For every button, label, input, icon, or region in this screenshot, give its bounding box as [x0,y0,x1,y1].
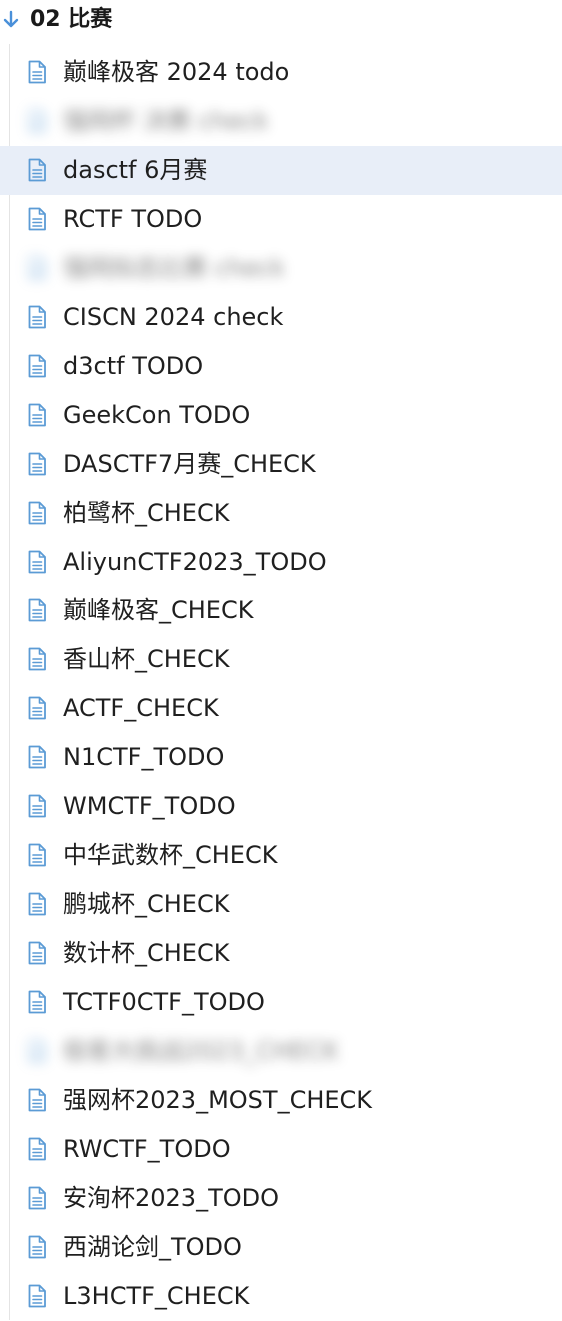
file-list-item-label: d3ctf TODO [63,351,204,380]
document-icon [28,843,46,867]
folder-header[interactable]: 02 比赛 [0,0,562,40]
document-icon [28,109,46,133]
file-list-item[interactable]: 香山杯_CHECK [0,635,562,684]
file-list-item[interactable]: 强网拟态比赛 check [0,244,562,293]
document-icon [28,60,46,84]
document-icon [28,354,46,378]
document-icon [28,1039,46,1063]
file-list-item-label: 数计杯_CHECK [63,939,230,968]
file-list-item-label: 安洵杯2023_TODO [63,1183,279,1212]
document-icon [28,403,46,427]
file-list-item-label: N1CTF_TODO [63,743,225,772]
file-list-item[interactable]: TCTF0CTF_TODO [0,978,562,1027]
document-icon [28,892,46,916]
document-icon [28,599,46,622]
file-list-item[interactable]: RWCTF_TODO [0,1125,562,1174]
file-list-item[interactable]: 西湖论剑_TODO [0,1223,562,1272]
file-list-item-label: 强网杯 决赛 check [63,106,269,135]
file-list-item-label: TCTF0CTF_TODO [63,988,265,1017]
document-icon [28,696,46,720]
document-icon [28,158,46,182]
file-list-item-label: 强网杯2023_MOST_CHECK [63,1086,373,1115]
document-icon [28,648,46,671]
file-list-item[interactable]: L3HCTF_CHECK [0,1272,562,1321]
file-list-item[interactable]: AliyunCTF2023_TODO [0,538,562,587]
file-list-item[interactable]: WMCTF_TODO [0,782,562,831]
file-list-item-label: L3HCTF_CHECK [63,1281,250,1310]
file-list-item[interactable]: 极客大挑战2023_CHECK [0,1027,562,1076]
file-list-item[interactable]: RCTF TODO [0,195,562,244]
file-list-item-label: RCTF TODO [63,204,203,233]
document-icon [28,745,46,769]
file-list-item[interactable]: CISCN 2024 check [0,293,562,342]
file-list-item[interactable]: ACTF_CHECK [0,684,562,733]
document-icon [28,794,46,818]
document-icon [28,452,46,476]
document-icon [28,1186,46,1210]
file-list-item[interactable]: 强网杯2023_MOST_CHECK [0,1076,562,1125]
document-icon [28,1088,46,1112]
folder-title: 02 比赛 [30,7,113,32]
file-list-item[interactable]: GeekCon TODO [0,391,562,440]
document-icon [28,256,46,280]
file-list-item-label: 巅峰极客_CHECK [63,596,254,625]
file-list-item-label: RWCTF_TODO [63,1134,231,1163]
file-list-item[interactable]: 巅峰极客_CHECK [0,586,562,635]
file-list-item-label: 中华武数杯_CHECK [63,841,278,870]
file-list-item[interactable]: 强网杯 决赛 check [0,97,562,146]
file-list: 巅峰极客 2024 todo 强网杯 决赛 check dasctf 6月赛 R… [0,48,562,1321]
file-list-item[interactable]: 鹏城杯_CHECK [0,880,562,929]
file-list-item-label: 香山杯_CHECK [63,645,230,674]
file-list-item-label: 极客大挑战2023_CHECK [63,1037,339,1066]
arrow-down-icon[interactable] [2,10,20,30]
document-icon [28,501,46,524]
document-icon [28,207,46,231]
document-icon [28,1235,46,1259]
file-list-item-label: GeekCon TODO [63,400,251,429]
file-list-item[interactable]: 中华武数杯_CHECK [0,831,562,880]
file-list-item-label: DASCTF7月赛_CHECK [63,449,316,478]
document-icon [28,550,46,573]
file-list-item[interactable]: DASCTF7月赛_CHECK [0,440,562,489]
file-list-item[interactable]: 巅峰极客 2024 todo [0,48,562,97]
file-list-item-label: CISCN 2024 check [63,302,284,331]
file-list-item[interactable]: dasctf 6月赛 [0,145,562,195]
file-list-item[interactable]: N1CTF_TODO [0,733,562,782]
file-list-item-label: ACTF_CHECK [63,694,219,723]
file-list-item[interactable]: 安洵杯2023_TODO [0,1174,562,1223]
file-list-item-label: 柏鹭杯_CHECK [63,498,230,527]
file-list-item-label: dasctf 6月赛 [63,155,208,184]
file-list-item-label: WMCTF_TODO [63,792,236,821]
file-list-item-label: 巅峰极客 2024 todo [63,58,290,86]
file-list-item-label: AliyunCTF2023_TODO [63,547,327,576]
file-list-item[interactable]: d3ctf TODO [0,342,562,391]
file-list-item-label: 西湖论剑_TODO [63,1232,242,1261]
file-list-item[interactable]: 数计杯_CHECK [0,929,562,978]
document-icon [28,990,46,1014]
file-list-item-label: 鹏城杯_CHECK [63,890,230,919]
document-icon [28,1137,46,1161]
document-icon [28,1284,46,1308]
document-icon [28,941,46,965]
file-list-item-label: 强网拟态比赛 check [63,253,285,282]
file-list-item[interactable]: 柏鹭杯_CHECK [0,489,562,538]
document-icon [28,305,46,329]
